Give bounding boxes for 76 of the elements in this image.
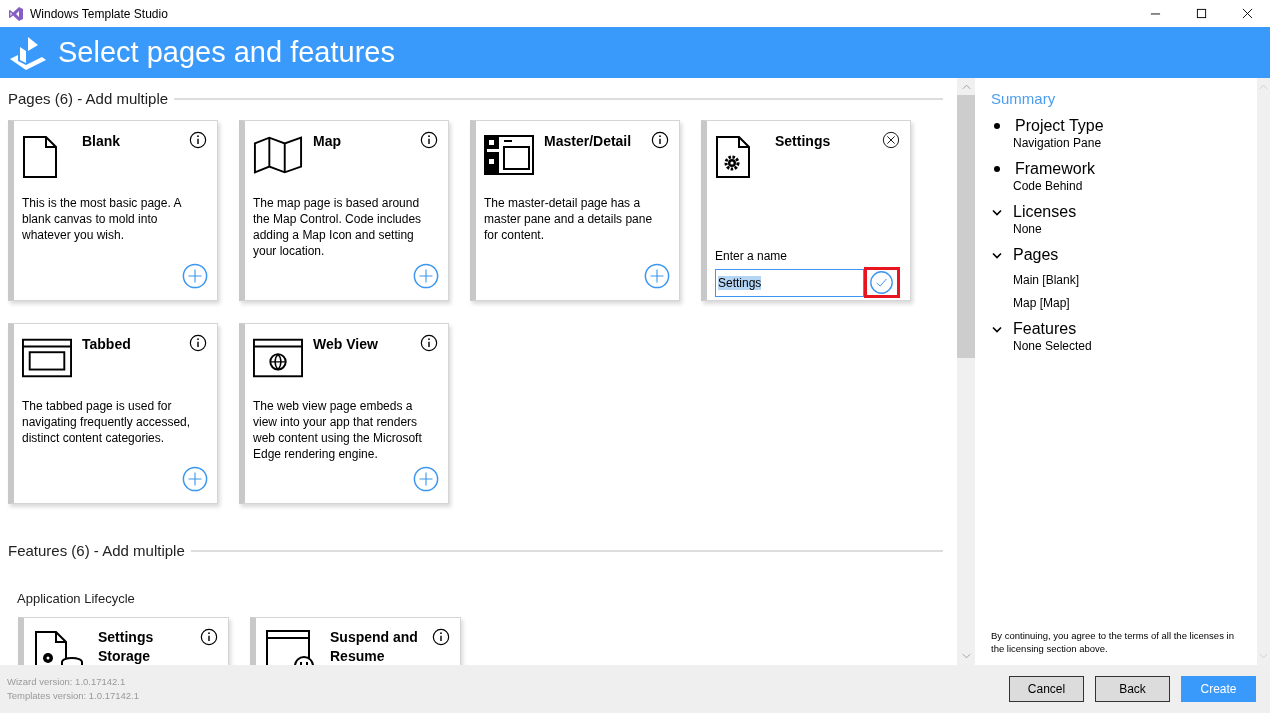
- checkmark-icon: [869, 270, 895, 295]
- bullet-icon: [994, 123, 1000, 129]
- card-title: Web View: [313, 336, 379, 352]
- summary-item-value: Main [Blank]: [1013, 273, 1081, 287]
- app-logo-icon: [8, 5, 24, 22]
- group-heading: Application Lifecycle: [17, 591, 135, 606]
- summary-item-value: Navigation Pane: [1013, 136, 1103, 150]
- tabbed-window-icon: [22, 338, 72, 378]
- scrollbar-thumb[interactable]: [957, 95, 975, 358]
- blank-page-icon: [22, 135, 58, 179]
- confirm-button[interactable]: [863, 267, 900, 298]
- section-heading: Features (6) - Add multiple: [8, 542, 185, 559]
- version-text: Wizard version: 1.0.17142.1: [7, 675, 127, 689]
- card-description: The master-detail page has a master pane and a details pane for content.: [484, 195, 654, 243]
- card-description: The web view page embeds a view into your app that renders web content using the Microsoft Edge rendering engine.: [253, 398, 423, 462]
- browser-globe-icon: [253, 338, 303, 378]
- chevron-icon[interactable]: [992, 208, 1002, 216]
- dialog-button[interactable]: Back: [1095, 676, 1170, 702]
- master-detail-layout-icon: [484, 135, 534, 175]
- page-template-card[interactable]: Blank This is the most basic page. A blank canvas to mold into whatever you wish.: [8, 120, 218, 301]
- page-template-card[interactable]: Master/Detail The master-detail page has a master pane and a details pane for content.: [470, 120, 680, 301]
- bullet-icon: [994, 166, 1000, 172]
- add-icon[interactable]: [182, 263, 208, 289]
- add-icon[interactable]: [644, 263, 670, 289]
- add-icon[interactable]: [413, 466, 439, 492]
- page-template-card[interactable]: Settings Enter a name Settings: [701, 120, 911, 301]
- stacked-tiles-logo-icon: [8, 34, 48, 71]
- card-title: Blank: [82, 133, 122, 149]
- page-with-gear-icon: [715, 135, 751, 179]
- card-title: Master/Detail: [544, 133, 633, 149]
- info-icon[interactable]: [432, 628, 450, 646]
- info-icon[interactable]: [189, 334, 207, 352]
- info-icon[interactable]: [651, 131, 669, 149]
- card-title: Tabbed: [82, 336, 132, 352]
- summary-item-value: None Selected: [1013, 339, 1093, 353]
- card-title: Map: [313, 133, 342, 149]
- add-icon[interactable]: [182, 466, 208, 492]
- summary-item-title: Licenses: [1013, 203, 1077, 221]
- card-title: Settings Storage: [98, 628, 155, 665]
- page-title: Select pages and features: [58, 36, 395, 69]
- close-icon[interactable]: [882, 131, 900, 149]
- license-notice: By continuing, you agree to the terms of all the licenses in the licensing section above.: [991, 629, 1235, 655]
- version-text: Templates version: 1.0.17142.1: [7, 689, 140, 703]
- summary-heading: Summary: [991, 90, 1057, 107]
- folded-map-icon: [253, 135, 303, 175]
- info-icon[interactable]: [200, 628, 218, 646]
- add-icon[interactable]: [413, 263, 439, 289]
- page-template-card[interactable]: Tabbed The tabbed page is used for navigating frequently accessed, distinct content categories.: [8, 323, 218, 504]
- card-description: The tabbed page is used for navigating frequently accessed, distinct content categories.: [22, 398, 192, 446]
- summary-item-title: Features: [1013, 320, 1077, 338]
- page-template-card[interactable]: Map The map page is based around the Map Control. Code includes adding a Map Icon and setting your location.: [239, 120, 449, 301]
- summary-item-value: Map [Map]: [1013, 296, 1071, 310]
- card-description: The map page is based around the Map Control. Code includes adding a Map Icon and setting your location.: [253, 195, 423, 259]
- name-input-field[interactable]: Settings: [715, 268, 864, 297]
- card-description: This is the most basic page. A blank canvas to mold into whatever you wish.: [22, 195, 183, 243]
- maximize-icon[interactable]: [1196, 8, 1207, 19]
- info-icon[interactable]: [189, 131, 207, 149]
- field-label: Enter a name: [715, 249, 789, 263]
- card-title: Settings: [775, 133, 832, 149]
- info-icon[interactable]: [420, 131, 438, 149]
- scrollbar[interactable]: [957, 78, 975, 665]
- dialog-button[interactable]: Cancel: [1009, 676, 1084, 702]
- card-title: Suspend and Resume: [330, 628, 419, 665]
- section-heading: Pages (6) - Add multiple: [8, 90, 169, 107]
- summary-item-title: Framework: [1015, 160, 1095, 178]
- chevron-icon[interactable]: [992, 251, 1002, 259]
- window-title: Windows Template Studio: [30, 6, 168, 21]
- summary-item-value: Code Behind: [1013, 179, 1084, 193]
- summary-item-title: Pages: [1013, 246, 1059, 264]
- close-icon[interactable]: [1242, 8, 1253, 19]
- page-template-card[interactable]: Web View The web view page embeds a view into your app that renders web content using the Microsoft Edge rendering engine.: [239, 323, 449, 504]
- window-pause-icon: [266, 630, 316, 665]
- chevron-icon[interactable]: [992, 325, 1002, 333]
- summary-item-value: None: [1013, 222, 1043, 236]
- summary-item-title: Project Type: [1015, 117, 1104, 135]
- info-icon[interactable]: [420, 334, 438, 352]
